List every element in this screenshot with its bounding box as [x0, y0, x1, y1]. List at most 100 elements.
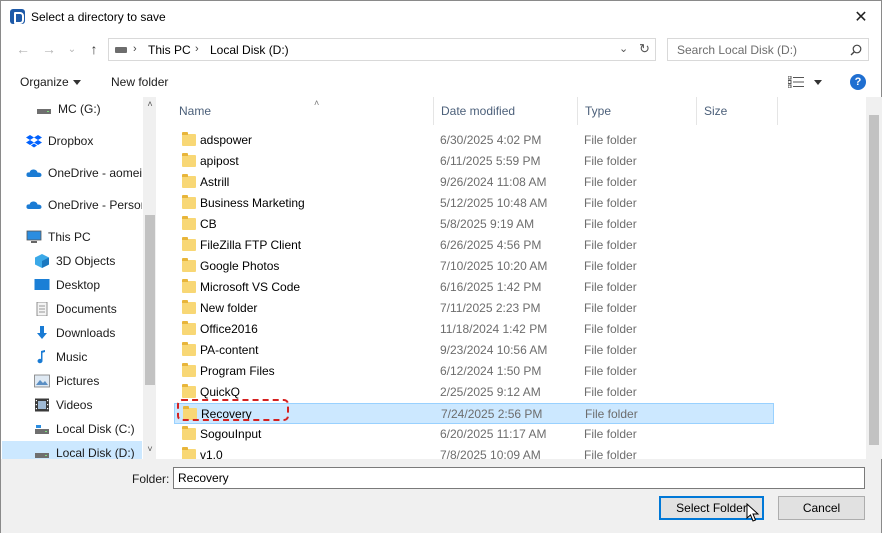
column-header-date[interactable]: Date modified: [434, 97, 578, 125]
cancel-button[interactable]: Cancel: [778, 496, 865, 520]
chevron-down-icon[interactable]: ⌄: [619, 42, 628, 55]
file-type: File folder: [584, 217, 637, 231]
sidebar-scroll-thumb[interactable]: [145, 215, 155, 385]
file-date-modified: 9/23/2024 10:56 AM: [440, 343, 548, 357]
cube-icon: [35, 254, 49, 268]
file-name: SogouInput: [200, 427, 262, 441]
file-name: PA-content: [200, 343, 259, 357]
scroll-down-icon[interactable]: ˅: [145, 444, 155, 454]
help-icon[interactable]: ?: [850, 74, 866, 90]
file-list-scrollbar[interactable]: [866, 97, 882, 459]
file-row[interactable]: CB 5/8/2025 9:19 AM File folder: [174, 214, 774, 235]
sidebar-scrollbar[interactable]: ˄ ˅: [143, 97, 156, 459]
file-name: FileZilla FTP Client: [200, 238, 302, 252]
file-name: Office2016: [200, 322, 258, 336]
sidebar-item-music[interactable]: Music: [2, 345, 142, 369]
organize-button[interactable]: Organize: [20, 75, 81, 89]
view-options-icon[interactable]: [788, 76, 804, 88]
file-date-modified: 6/16/2025 1:42 PM: [440, 280, 542, 294]
dialog-title: Select a directory to save: [31, 10, 166, 24]
folder-icon: [182, 363, 196, 377]
file-row[interactable]: PA-content 9/23/2024 10:56 AM File folder: [174, 340, 774, 361]
column-name-label: Name: [179, 104, 212, 118]
file-row[interactable]: Recovery 7/24/2025 2:56 PM File folder: [174, 403, 774, 424]
search-input[interactable]: Search Local Disk (D:): [667, 38, 869, 61]
forward-arrow-icon[interactable]: →: [39, 39, 59, 59]
back-arrow-icon[interactable]: ←: [13, 39, 33, 59]
close-button[interactable]: ✕: [841, 1, 881, 33]
file-date-modified: 2/25/2025 9:12 AM: [440, 385, 541, 399]
breadcrumb-this-pc[interactable]: This PC: [148, 43, 191, 57]
sidebar-item-pictures[interactable]: Pictures: [2, 369, 142, 393]
sidebar-item-label: OneDrive - Person: [48, 198, 142, 212]
sidebar-item-label: MC (G:): [58, 102, 101, 116]
file-row[interactable]: Office2016 11/18/2024 1:42 PM File folder: [174, 319, 774, 340]
folder-icon: [182, 237, 196, 251]
sidebar-item-mc-g[interactable]: MC (G:): [2, 97, 142, 121]
file-date-modified: 9/26/2024 11:08 AM: [440, 175, 547, 189]
sidebar-item-local-disk-c[interactable]: Local Disk (C:): [2, 417, 142, 441]
column-header-size[interactable]: Size: [697, 97, 778, 125]
sidebar-item-this-pc[interactable]: This PC: [2, 225, 142, 249]
file-row[interactable]: Microsoft VS Code 6/16/2025 1:42 PM File f…: [174, 277, 774, 298]
sidebar-item-label: Downloads: [56, 326, 116, 340]
scroll-up-icon[interactable]: ˄: [145, 99, 155, 109]
videos-icon: [35, 398, 49, 412]
file-row[interactable]: New folder 7/11/2025 2:23 PM File folder: [174, 298, 774, 319]
folder-label: Folder:: [132, 472, 170, 486]
up-arrow-icon[interactable]: ↑: [84, 39, 104, 59]
documents-icon: [36, 302, 48, 316]
file-row[interactable]: QuickQ 2/25/2025 9:12 AM File folder: [174, 382, 774, 403]
breadcrumb-local-disk-d[interactable]: Local Disk (D:): [210, 43, 289, 57]
file-name: v1.0: [200, 448, 223, 459]
sidebar-item-downloads[interactable]: Downloads: [2, 321, 142, 345]
sidebar-item-documents[interactable]: Documents: [2, 297, 142, 321]
file-row[interactable]: Program Files 6/12/2024 1:50 PM File folde…: [174, 361, 774, 382]
file-type: File folder: [584, 364, 637, 378]
folder-icon: [182, 132, 196, 146]
file-name: CB: [200, 217, 217, 231]
column-header-type[interactable]: Type: [578, 97, 697, 125]
file-date-modified: 6/26/2025 4:56 PM: [440, 238, 542, 252]
cloud-icon: [26, 169, 42, 177]
file-row[interactable]: FileZilla FTP Client 6/26/2025 4:56 PM Fil…: [174, 235, 774, 256]
sidebar-item-label: Local Disk (D:): [56, 446, 135, 459]
file-type: File folder: [584, 280, 637, 294]
recent-locations-icon[interactable]: ⌄: [62, 39, 82, 59]
sidebar-item-onedrive-aomei[interactable]: OneDrive - aomei: [2, 161, 142, 185]
sidebar-item-dropbox[interactable]: Dropbox: [2, 129, 142, 153]
file-row[interactable]: Google Photos 7/10/2025 10:20 AM File fold…: [174, 256, 774, 277]
file-row[interactable]: adspower 6/30/2025 4:02 PM File folder: [174, 130, 774, 151]
sidebar-item-desktop[interactable]: Desktop: [2, 273, 142, 297]
sidebar-item-onedrive-personal[interactable]: OneDrive - Person: [2, 193, 142, 217]
file-row[interactable]: v1.0 7/8/2025 10:09 AM File folder: [174, 445, 774, 459]
refresh-icon[interactable]: ↻: [639, 41, 650, 57]
drive-icon: [37, 109, 51, 114]
sidebar-item-label: Desktop: [56, 278, 101, 292]
sidebar-item-local-disk-d[interactable]: Local Disk (D:): [2, 441, 142, 459]
column-header-name[interactable]: Name ˄: [172, 97, 434, 125]
file-row[interactable]: SogouInput 6/20/2025 11:17 AM File folder: [174, 424, 774, 445]
file-type: File folder: [584, 385, 637, 399]
new-folder-button[interactable]: New folder: [111, 75, 168, 89]
file-row[interactable]: Astrill 9/26/2024 11:08 AM File folder: [174, 172, 774, 193]
file-list-scroll-thumb[interactable]: [869, 115, 879, 445]
sidebar-item-label: Music: [56, 350, 88, 364]
file-type: File folder: [584, 322, 637, 336]
address-bar[interactable]: › This PC › Local Disk (D:) ⌄ ↻: [108, 38, 656, 61]
search-icon[interactable]: [850, 44, 862, 56]
sidebar-item-videos[interactable]: Videos: [2, 393, 142, 417]
folder-icon: [182, 258, 196, 272]
folder-icon: [182, 174, 196, 188]
file-row[interactable]: Business Marketing 5/12/2025 10:48 AM File…: [174, 193, 774, 214]
file-row[interactable]: apipost 6/11/2025 5:59 PM File folder: [174, 151, 774, 172]
file-name: Microsoft VS Code: [200, 280, 301, 294]
view-dropdown-icon[interactable]: [814, 80, 822, 85]
navigation-pane: MC (G:) Dropbox OneDrive - aomei OneDriv…: [2, 97, 156, 459]
sidebar-item-3d-objects[interactable]: 3D Objects: [2, 249, 142, 273]
file-type: File folder: [584, 175, 637, 189]
sidebar-item-label: Local Disk (C:): [56, 422, 135, 436]
folder-name-input[interactable]: [173, 467, 865, 489]
sidebar-item-label: Videos: [56, 398, 93, 412]
file-type: File folder: [584, 196, 637, 210]
